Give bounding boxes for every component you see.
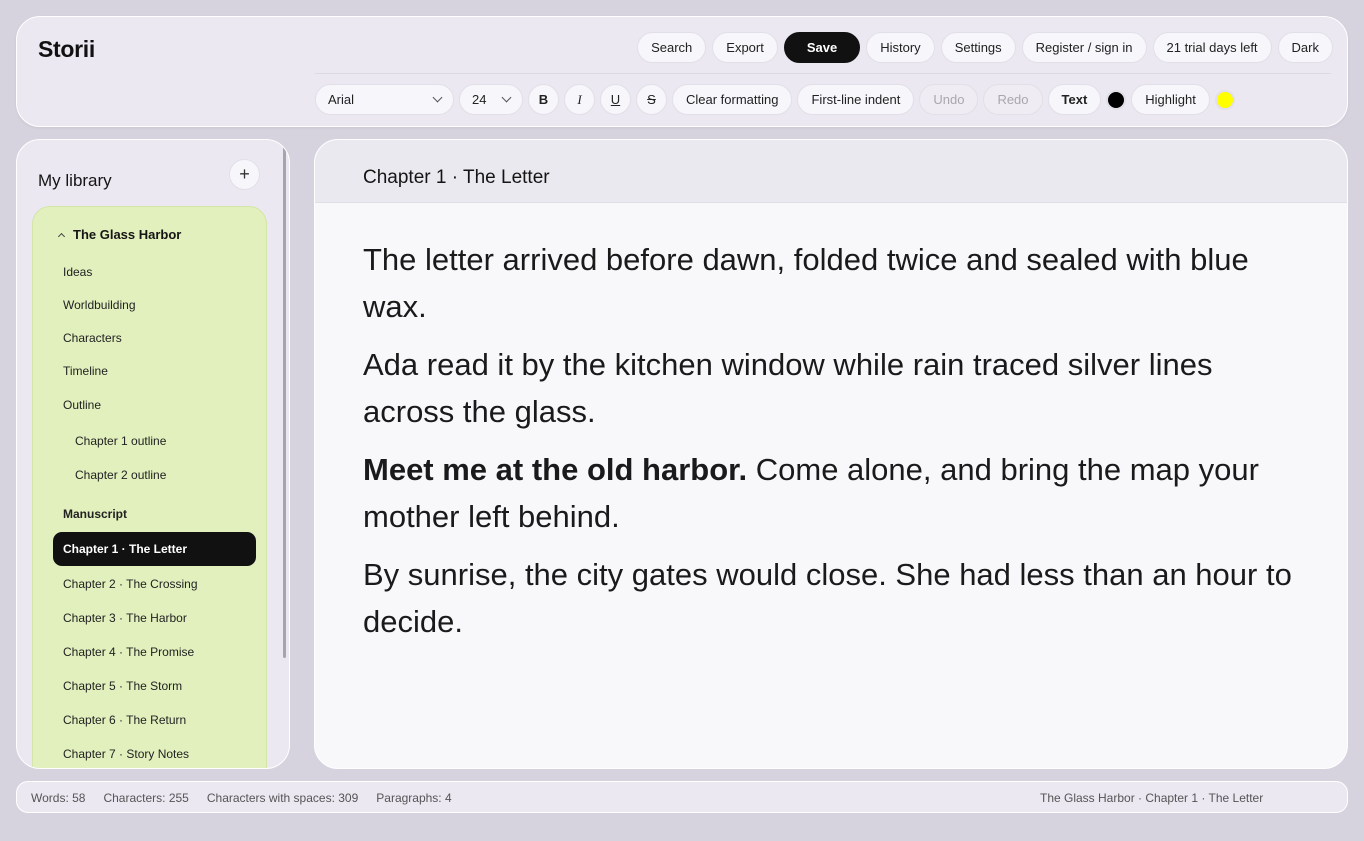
text-color-button[interactable]: Text <box>1047 84 1102 115</box>
chevron-down-icon <box>432 92 443 103</box>
library-sidebar: My library + The Glass Harbor Ideas Worl… <box>16 139 290 769</box>
sidebar-scrollbar[interactable] <box>283 144 286 658</box>
tree-item-characters[interactable]: Characters <box>63 331 122 345</box>
tree-item-chapter-3[interactable]: Chapter 3 · The Harbor <box>63 611 187 625</box>
history-button[interactable]: History <box>866 32 935 63</box>
text-color-swatch[interactable] <box>1106 89 1127 110</box>
highlight-color-swatch[interactable] <box>1214 89 1235 110</box>
tree-item-chapter-5[interactable]: Chapter 5 · The Storm <box>63 679 182 693</box>
status-bar: Words: 58 Characters: 255 Characters wit… <box>16 781 1348 813</box>
font-size-select[interactable]: 24 <box>459 84 523 115</box>
font-size-value: 24 <box>472 92 487 107</box>
top-actions: Search Export Save History Settings Regi… <box>637 32 1333 63</box>
editor-text-area[interactable]: The letter arrived before dawn, folded t… <box>363 236 1303 656</box>
breadcrumb: The Glass Harbor · Chapter 1 · The Lette… <box>1040 791 1264 805</box>
app-logo: Storii <box>38 36 95 62</box>
character-count: Characters: 255 <box>103 791 189 805</box>
tree-item-chapter-4[interactable]: Chapter 4 · The Promise <box>63 645 194 659</box>
bold-button[interactable]: B <box>528 84 559 115</box>
project-header[interactable]: The Glass Harbor <box>57 227 182 242</box>
settings-button[interactable]: Settings <box>940 32 1016 63</box>
editor-header: Chapter 1 · The Letter <box>315 140 1347 203</box>
format-toolbar: Arial 24 B I U S Clear formatting First-… <box>315 84 1235 115</box>
save-button[interactable]: Save <box>783 32 861 63</box>
undo-button[interactable]: Undo <box>919 84 979 115</box>
first-line-indent-button[interactable]: First-line indent <box>797 84 915 115</box>
project-name: The Glass Harbor <box>73 227 182 242</box>
bold-text[interactable]: Meet me at the old harbor. <box>363 452 747 487</box>
strikethrough-button[interactable]: S <box>636 84 667 115</box>
register-sign-in-button[interactable]: Register / sign in <box>1021 32 1147 63</box>
plus-icon: + <box>239 164 250 184</box>
tree-item-chapter-7[interactable]: Chapter 7 · Story Notes <box>63 747 189 761</box>
document-stats: Words: 58 Characters: 255 Characters wit… <box>31 791 452 805</box>
paragraph[interactable]: Meet me at the old harbor. Come alone, a… <box>363 446 1303 540</box>
redo-button[interactable]: Redo <box>983 84 1043 115</box>
top-header: Storii Search Export Save History Settin… <box>16 16 1348 127</box>
editor-panel: Chapter 1 · The Letter The letter arrive… <box>314 139 1348 769</box>
search-button[interactable]: Search <box>637 32 707 63</box>
tree-item-chapter-1-outline[interactable]: Chapter 1 outline <box>75 434 166 448</box>
chevron-up-icon <box>57 232 66 240</box>
paragraph[interactable]: Ada read it by the kitchen window while … <box>363 341 1303 435</box>
tree-item-manuscript[interactable]: Manuscript <box>63 507 127 521</box>
font-family-select[interactable]: Arial <box>315 84 454 115</box>
library-title: My library <box>38 171 112 190</box>
paragraph[interactable]: By sunrise, the city gates would close. … <box>363 551 1303 645</box>
tree-item-chapter-2-outline[interactable]: Chapter 2 outline <box>75 468 166 482</box>
header-divider <box>315 73 1331 74</box>
tree-item-worldbuilding[interactable]: Worldbuilding <box>63 298 136 312</box>
tree-item-outline[interactable]: Outline <box>63 398 101 412</box>
tree-item-chapter-6[interactable]: Chapter 6 · The Return <box>63 713 186 727</box>
highlight-button[interactable]: Highlight <box>1131 84 1210 115</box>
add-project-button[interactable]: + <box>229 159 260 190</box>
project-card: The Glass Harbor Ideas Worldbuilding Cha… <box>32 206 267 768</box>
tree-item-ideas[interactable]: Ideas <box>63 265 92 279</box>
dark-mode-button[interactable]: Dark <box>1277 32 1333 63</box>
tree-item-chapter-1[interactable]: Chapter 1 · The Letter <box>53 532 256 566</box>
tree-item-timeline[interactable]: Timeline <box>63 364 108 378</box>
clear-formatting-button[interactable]: Clear formatting <box>672 84 793 115</box>
italic-button[interactable]: I <box>564 84 595 115</box>
tree-item-chapter-2[interactable]: Chapter 2 · The Crossing <box>63 577 198 591</box>
word-count: Words: 58 <box>31 791 86 805</box>
export-button[interactable]: Export <box>712 32 778 63</box>
character-with-spaces-count: Characters with spaces: 309 <box>206 791 359 805</box>
trial-days-badge[interactable]: 21 trial days left <box>1152 32 1272 63</box>
paragraph-count: Paragraphs: 4 <box>376 791 452 805</box>
underline-button[interactable]: U <box>600 84 631 115</box>
chapter-title: Chapter 1 · The Letter <box>363 167 550 188</box>
paragraph[interactable]: The letter arrived before dawn, folded t… <box>363 236 1303 330</box>
font-family-value: Arial <box>328 92 355 107</box>
chevron-down-icon <box>501 92 512 103</box>
